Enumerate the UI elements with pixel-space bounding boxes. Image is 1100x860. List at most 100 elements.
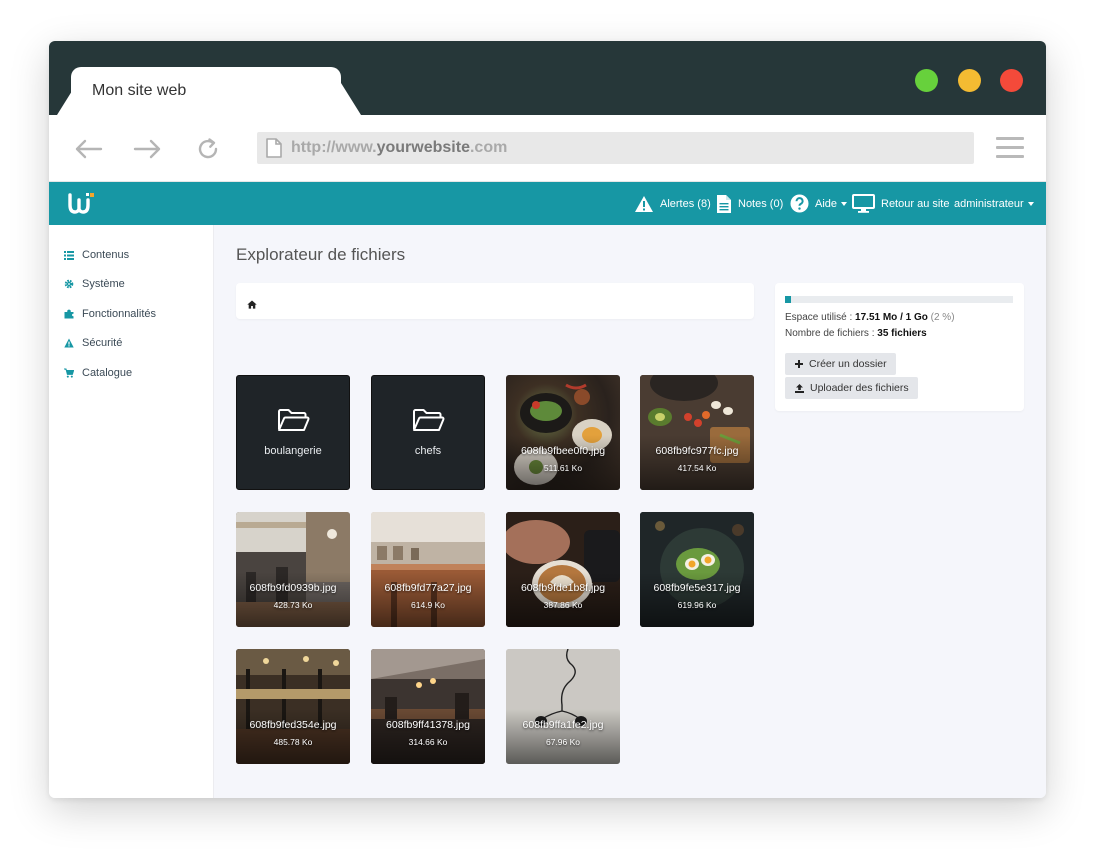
image-tile[interactable]: 608fb9fc977fc.jpg 417.54 Ko (640, 375, 754, 490)
file-size: 417.54 Ko (677, 463, 717, 473)
file-count-value: 35 fichiers (877, 328, 927, 339)
file-count-prefix: Nombre de fichiers : (785, 328, 878, 339)
image-tile[interactable]: 608fb9fbee0f0.jpg 511.61 Ko (506, 375, 620, 490)
sidebar-item-label: Contenus (82, 249, 130, 261)
app-topbar: Alertes (8) Notes (0) Aide Retour au sit… (49, 182, 1046, 225)
folder-tile[interactable]: boulangerie (236, 375, 350, 490)
file-size: 619.96 Ko (677, 600, 717, 610)
monitor-icon (852, 194, 875, 213)
file-name: 608fb9ff41378.jpg (386, 719, 470, 731)
warning-icon (64, 338, 74, 348)
image-tile[interactable]: 608fb9fe5e317.jpg 619.96 Ko (640, 512, 754, 627)
user-label: administrateur (954, 197, 1024, 210)
url-domain: yourwebsite (376, 139, 470, 156)
storage-panel: Espace utilisé : 17.51 Mo / 1 Go (2 %) N… (775, 283, 1024, 411)
hamburger-menu-icon[interactable] (996, 137, 1024, 159)
file-name: 608fb9ffa1fe2.jpg (522, 719, 604, 731)
browser-navbar: http://www. yourwebsite .com (49, 115, 1046, 182)
file-count-line: Nombre de fichiers : 35 fichiers (785, 328, 927, 339)
sidebar-item-label: Catalogue (82, 367, 133, 379)
back-to-site-label: Retour au site (881, 197, 950, 210)
file-size: 314.66 Ko (408, 737, 448, 747)
back-to-site-link[interactable]: Retour au site (852, 182, 949, 225)
home-icon[interactable] (247, 296, 257, 314)
folder-name: chefs (414, 445, 442, 457)
file-name: 608fb9fd0939b.jpg (249, 582, 337, 594)
minimize-dot[interactable] (958, 69, 981, 92)
close-dot[interactable] (1000, 69, 1023, 92)
image-tile[interactable]: 608fb9ff41378.jpg 314.66 Ko (371, 649, 485, 764)
file-name: 608fb9fc977fc.jpg (655, 445, 739, 457)
browser-window: Mon site web http://www. yourwebsite .com (49, 41, 1046, 798)
storage-progress-bar (785, 296, 1013, 303)
image-tile[interactable]: 608fb9fd77a27.jpg 614.9 Ko (371, 512, 485, 627)
sidebar-item-label: Sécurité (82, 337, 123, 349)
file-size: 67.96 Ko (545, 737, 581, 747)
create-folder-button[interactable]: Créer un dossier (785, 353, 896, 375)
cart-icon (64, 368, 74, 378)
browser-titlebar: Mon site web (49, 41, 1046, 115)
image-tile[interactable]: 608fb9fde1b8f.jpg 387.86 Ko (506, 512, 620, 627)
upload-files-button[interactable]: Uploader des fichiers (785, 377, 918, 399)
reload-icon[interactable] (191, 133, 225, 165)
file-name: 608fb9fbee0f0.jpg (520, 445, 606, 457)
logo-icon[interactable] (68, 191, 96, 220)
upload-icon (795, 383, 804, 393)
storage-progress-fill (785, 296, 791, 303)
upload-files-label: Uploader des fichiers (810, 382, 909, 394)
file-name: 608fb9fe5e317.jpg (653, 582, 741, 594)
create-folder-label: Créer un dossier (809, 358, 887, 370)
file-size: 387.86 Ko (543, 600, 583, 610)
page-title: Explorateur de fichiers (236, 245, 406, 264)
maximize-dot[interactable] (915, 69, 938, 92)
file-name: 608fb9fed354e.jpg (249, 719, 337, 731)
notes-menu[interactable]: Notes (0) (716, 182, 783, 225)
file-name: 608fb9fde1b8f.jpg (520, 582, 606, 594)
back-arrow-icon[interactable] (71, 133, 105, 165)
file-name: 608fb9fd77a27.jpg (384, 582, 472, 594)
breadcrumb (236, 283, 754, 319)
gear-icon (64, 279, 74, 289)
file-size: 428.73 Ko (273, 600, 313, 610)
sidebar: Contenus Système Fonctionnalités Sécurit… (49, 225, 214, 798)
list-icon (64, 250, 74, 260)
sidebar-item-contenus[interactable]: Contenus (64, 247, 129, 263)
storage-used-prefix: Espace utilisé : (785, 312, 856, 323)
main-content: Explorateur de fichiers boulangerie chef… (214, 225, 1046, 798)
tab-title: Mon site web (92, 82, 187, 99)
question-circle-icon (790, 194, 809, 213)
folder-open-icon (277, 408, 310, 438)
puzzle-icon (64, 309, 74, 319)
storage-used-percent: (2 %) (930, 312, 955, 323)
image-tile[interactable]: 608fb9fd0939b.jpg 428.73 Ko (236, 512, 350, 627)
browser-tab[interactable]: Mon site web (71, 67, 341, 115)
user-menu[interactable]: administrateur (954, 182, 1034, 225)
image-tile[interactable]: 608fb9fed354e.jpg 485.78 Ko (236, 649, 350, 764)
alerts-menu[interactable]: Alertes (8) (634, 182, 711, 225)
folder-open-icon (412, 408, 445, 438)
document-icon (717, 194, 731, 213)
folder-tile[interactable]: chefs (371, 375, 485, 490)
sidebar-item-securite[interactable]: Sécurité (64, 335, 122, 351)
sidebar-item-fonctionnalites[interactable]: Fonctionnalités (64, 306, 156, 322)
page-icon (266, 138, 282, 163)
storage-used-line: Espace utilisé : 17.51 Mo / 1 Go (2 %) (785, 312, 955, 323)
sidebar-item-catalogue[interactable]: Catalogue (64, 365, 132, 381)
alert-triangle-icon (635, 195, 653, 212)
file-size: 511.61 Ko (543, 463, 583, 473)
url-prefix: http://www. (291, 139, 377, 156)
forward-arrow-icon[interactable] (131, 133, 165, 165)
sidebar-item-label: Fonctionnalités (82, 308, 156, 320)
chevron-down-icon (841, 201, 848, 206)
notes-label: Notes (0) (738, 197, 784, 210)
image-tile[interactable]: 608fb9ffa1fe2.jpg 67.96 Ko (506, 649, 620, 764)
storage-used-value: 17.51 Mo / 1 Go (855, 312, 928, 323)
chevron-down-icon (1027, 201, 1034, 206)
sidebar-item-label: Système (82, 278, 125, 290)
address-bar[interactable]: http://www. yourwebsite .com (257, 132, 974, 164)
url-suffix: .com (469, 139, 508, 156)
sidebar-item-systeme[interactable]: Système (64, 276, 125, 292)
help-menu[interactable]: Aide (790, 182, 848, 225)
file-size: 485.78 Ko (273, 737, 313, 747)
help-label: Aide (815, 197, 838, 210)
